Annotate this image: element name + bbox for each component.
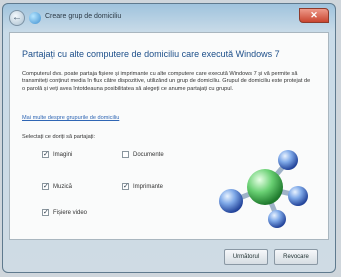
homegroup-illustration <box>219 150 308 228</box>
learn-more-link[interactable]: Mai multe despre grupurile de domiciliu <box>22 115 119 121</box>
checkbox-label: Imagini <box>53 151 73 158</box>
page-heading: Partajați cu alte computere de domiciliu… <box>22 49 280 59</box>
checkbox-label: Imprimante <box>133 183 164 190</box>
checkmark-icon[interactable]: ✓ <box>122 183 129 190</box>
close-button[interactable]: ✕ <box>299 8 329 23</box>
checkbox-label: Documente <box>133 151 164 158</box>
checkbox-music[interactable]: ✓ Muzică <box>42 183 72 190</box>
back-arrow-icon: ← <box>12 12 22 23</box>
blue-sphere-icon <box>268 210 286 228</box>
back-button[interactable]: ← <box>9 10 25 26</box>
checkbox-printers[interactable]: ✓ Imprimante <box>122 183 163 190</box>
blue-sphere-icon <box>288 186 308 206</box>
green-sphere-icon <box>247 169 283 205</box>
close-icon: ✕ <box>310 10 318 20</box>
description-text: Computerul dvs. poate partaja fișiere și… <box>22 71 311 92</box>
checkbox-pictures[interactable]: ✓ Imagini <box>42 151 72 158</box>
blue-sphere-icon <box>278 150 298 170</box>
next-button[interactable]: Următorul <box>224 249 268 265</box>
checkbox-documents[interactable]: Documente <box>122 151 164 158</box>
checkbox-label: Fișiere video <box>53 209 88 216</box>
checkmark-icon[interactable]: ✓ <box>42 151 49 158</box>
checkbox-box[interactable] <box>122 151 129 158</box>
blue-sphere-icon <box>219 189 243 213</box>
checkbox-label: Muzică <box>53 183 73 190</box>
checkbox-videos[interactable]: ✓ Fișiere video <box>42 209 87 216</box>
homegroup-window: ← Creare grup de domiciliu ✕ Partajați c… <box>2 3 336 273</box>
checkmark-icon[interactable]: ✓ <box>42 183 49 190</box>
share-select-label: Selectați ce doriți să partajați: <box>22 134 96 140</box>
window-title: Creare grup de domiciliu <box>45 13 122 20</box>
title-bar: ← Creare grup de domiciliu ✕ <box>9 8 329 30</box>
homegroup-icon <box>29 12 41 24</box>
cancel-button[interactable]: Revocare <box>274 249 318 265</box>
checkmark-icon[interactable]: ✓ <box>42 209 49 216</box>
content-panel: Partajați cu alte computere de domiciliu… <box>9 32 329 240</box>
